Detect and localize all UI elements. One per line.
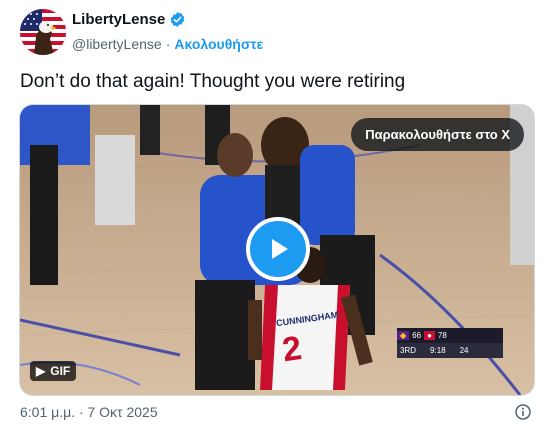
- follow-button[interactable]: Ακολουθήστε: [174, 36, 263, 52]
- play-button[interactable]: [246, 217, 310, 281]
- tweet-card: LibertyLense @libertyLense · Ακολουθήστε…: [0, 0, 550, 442]
- account-name-row[interactable]: LibertyLense: [72, 11, 186, 28]
- handle[interactable]: @libertyLense: [72, 36, 162, 52]
- handle-row: @libertyLense · Ακολουθήστε: [72, 36, 263, 52]
- info-icon[interactable]: [515, 404, 531, 420]
- watch-on-x-button[interactable]: Παρακολουθήστε στο X: [351, 118, 524, 151]
- scorebug: ◆ 66 ● 78 3RD 9:18 24: [397, 328, 503, 358]
- timestamp[interactable]: 6:01 μ.μ. · 7 Οκτ 2025: [20, 404, 158, 420]
- display-name[interactable]: LibertyLense: [72, 11, 165, 28]
- media-video[interactable]: CUNNINGHAM 2 Παρακολουθήστε στο X ◆ 66 ●…: [19, 104, 535, 396]
- game-clock: 9:18: [430, 346, 446, 355]
- avatar[interactable]: [20, 9, 66, 55]
- quarter: 3RD: [400, 346, 417, 355]
- team1-score: 66: [412, 331, 422, 340]
- play-icon: [272, 239, 288, 259]
- team1-logo-icon: ◆: [397, 331, 410, 340]
- shot-clock: 24: [459, 346, 469, 355]
- team2-logo-icon: ●: [424, 331, 435, 340]
- team2-score: 78: [437, 331, 447, 340]
- tweet-text: Don’t do that again! Thought you were re…: [20, 71, 406, 92]
- verified-badge-icon: [169, 11, 186, 28]
- separator-dot: ·: [165, 36, 171, 52]
- gif-label: GIF: [50, 364, 71, 378]
- play-small-icon: ▶: [36, 364, 46, 378]
- gif-badge[interactable]: ▶ GIF: [30, 361, 77, 381]
